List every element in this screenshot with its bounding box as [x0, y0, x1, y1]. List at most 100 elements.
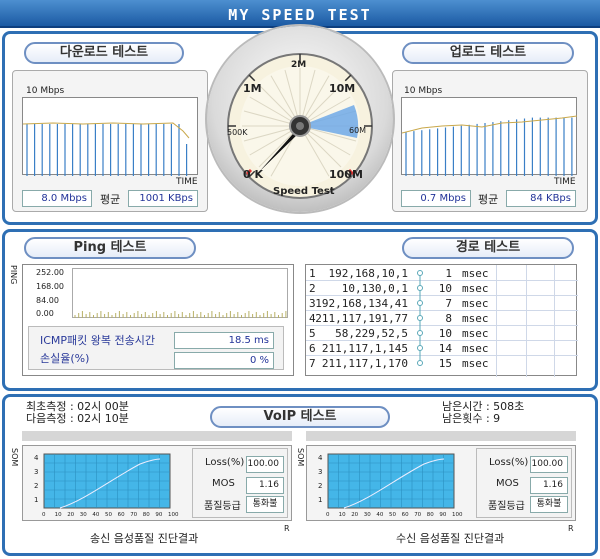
- voip-ytick: 1: [34, 496, 38, 504]
- route-hop-number: 2: [309, 282, 316, 295]
- voip-xtick: 80: [427, 512, 434, 518]
- gauge-label-0k: 0 K: [243, 168, 264, 181]
- voip-xtick: 90: [155, 512, 162, 518]
- send-mos-label: MOS: [212, 478, 235, 489]
- route-connector: [417, 270, 423, 366]
- voip-xtick: 20: [67, 512, 74, 518]
- send-y-axis: SOM: [10, 448, 19, 467]
- icmp-label: ICMP패킷 왕복 전송시간: [40, 334, 156, 347]
- voip-xtick: 50: [105, 512, 112, 518]
- route-hop-ip: 192,168,10,1: [328, 267, 408, 280]
- recv-y-axis: SOM: [296, 448, 305, 467]
- upload-test-title: 업로드 테스트: [402, 42, 574, 64]
- voip-test-title: VoIP 테스트: [210, 406, 390, 428]
- icmp-value: 18.5 ms: [174, 332, 274, 349]
- route-hop-ms: 8: [445, 312, 452, 325]
- route-hop-unit: msec: [462, 327, 489, 340]
- voip-xtick: 60: [402, 512, 409, 518]
- route-hop-row: 7 211,117,1,170 15 msec: [306, 357, 578, 372]
- download-test-title: 다운로드 테스트: [24, 42, 184, 64]
- upload-speed-field: 0.7 Mbps: [401, 190, 471, 207]
- voip-ytick: 1: [318, 496, 322, 504]
- recv-grade-value: 통화불: [530, 496, 568, 513]
- send-grade-value: 통화불: [246, 496, 284, 513]
- recv-caption: 수신 음성품질 진단결과: [396, 532, 505, 545]
- route-hop-ms: 14: [438, 342, 452, 355]
- voip-remaining-count: 남은횟수 : 9: [442, 412, 501, 425]
- ping-axis-label: PING: [9, 265, 18, 285]
- route-table: 1 192,168,10,1 1 msec 2 10,130,0,1 10 msec 3 192,…: [305, 264, 578, 377]
- ping-chart: [72, 268, 288, 318]
- route-hop-ms: 7: [445, 297, 452, 310]
- voip-xtick: 90: [439, 512, 446, 518]
- gauge-label-10m: 10M: [329, 82, 356, 95]
- voip-xtick: 60: [118, 512, 125, 518]
- download-avg-field: 1001 KBps: [128, 190, 198, 207]
- route-hop-dot: [417, 300, 423, 306]
- route-hop-dot: [417, 315, 423, 321]
- route-hop-number: 7: [309, 357, 316, 370]
- recv-loss-value: 100.00: [530, 456, 568, 473]
- voip-xtick: 10: [339, 512, 346, 518]
- send-chart-svg: 43210 10 20 30 40 50 60 70 80 90 100: [34, 453, 179, 518]
- route-hop-number: 1: [309, 267, 316, 280]
- voip-xtick: 70: [414, 512, 421, 518]
- route-hop-ms: 15: [438, 357, 452, 370]
- gauge-caption: Speed Test: [273, 186, 335, 197]
- voip-xtick: 70: [130, 512, 137, 518]
- voip-xtick: 80: [143, 512, 150, 518]
- download-chart: [22, 97, 198, 176]
- route-hop-unit: msec: [462, 297, 489, 310]
- send-caption: 송신 음성품질 진단결과: [90, 532, 199, 545]
- download-axis-label: TIME: [176, 177, 198, 187]
- voip-ytick: 4: [318, 454, 323, 462]
- recv-chart-svg: 43210 10 20 30 40 50 60 70 80 90 100: [318, 453, 463, 518]
- recv-grade-label: 품질등급: [488, 501, 525, 512]
- route-hop-ip: 10,130,0,1: [341, 282, 408, 295]
- route-hop-unit: msec: [462, 282, 489, 295]
- route-hop-row: 3 192,168,134,41 7 msec: [306, 297, 578, 312]
- upload-avg-label: 평균: [478, 193, 499, 206]
- app-title: MY SPEED TEST: [228, 6, 372, 24]
- loss-value: 0 %: [174, 352, 274, 369]
- voip-xtick: 40: [92, 512, 99, 518]
- route-hop-row: 1 192,168,10,1 1 msec: [306, 267, 578, 282]
- ping-chart-svg: [74, 311, 287, 318]
- upload-avg-field: 84 KBps: [506, 190, 576, 207]
- route-hop-dot: [417, 330, 423, 336]
- route-hop-unit: msec: [462, 312, 489, 325]
- route-hop-number: 5: [309, 327, 316, 340]
- send-loss-label: Loss(%): [205, 457, 245, 468]
- recv-x-axis: R: [568, 524, 574, 533]
- speed-test-app: MY SPEED TEST 다운로드 테스트 업로드 테스트 10 Mbps T…: [0, 0, 600, 559]
- download-scale: 10 Mbps: [26, 86, 65, 96]
- voip-xtick: 20: [351, 512, 358, 518]
- gauge-label-500k: 500K: [227, 128, 248, 137]
- route-hop-row: 6 211,117,1,145 14 msec: [306, 342, 578, 357]
- download-avg-label: 평균: [100, 193, 121, 206]
- route-hop-ip: 192,168,134,41: [315, 297, 408, 310]
- recv-chart: 4 3 2 1 0 10 20 30 40 50 60 70 80 90 100: [314, 448, 474, 518]
- route-hop-ip: 211,117,1,170: [321, 357, 408, 370]
- loss-label: 손실율(%): [40, 352, 90, 365]
- send-x-axis: R: [284, 524, 290, 533]
- voip-xtick: 40: [376, 512, 383, 518]
- voip-xtick: 0: [42, 512, 46, 518]
- upload-axis-label: TIME: [554, 177, 576, 187]
- gauge-label-1m: 1M: [243, 82, 262, 95]
- send-mos-value: 1.16: [246, 477, 284, 494]
- route-hop-unit: msec: [462, 357, 489, 370]
- route-hop-row: 4 211,117,191,77 8 msec: [306, 312, 578, 327]
- download-chart-svg: [22, 122, 190, 176]
- ping-test-title: Ping 테스트: [24, 237, 196, 259]
- voip-xtick: 50: [389, 512, 396, 518]
- recv-header-bar: [306, 431, 576, 441]
- voip-xtick: 100: [168, 512, 179, 518]
- route-hop-row: 2 10,130,0,1 10 msec: [306, 282, 578, 297]
- route-hop-number: 6: [309, 342, 316, 355]
- gauge-label-100m: 100M: [329, 168, 363, 181]
- title-bar: MY SPEED TEST: [0, 0, 600, 28]
- send-grade-label: 품질등급: [204, 501, 241, 512]
- upload-chart: [401, 97, 578, 176]
- route-hop-ip: 211,117,191,77: [315, 312, 408, 325]
